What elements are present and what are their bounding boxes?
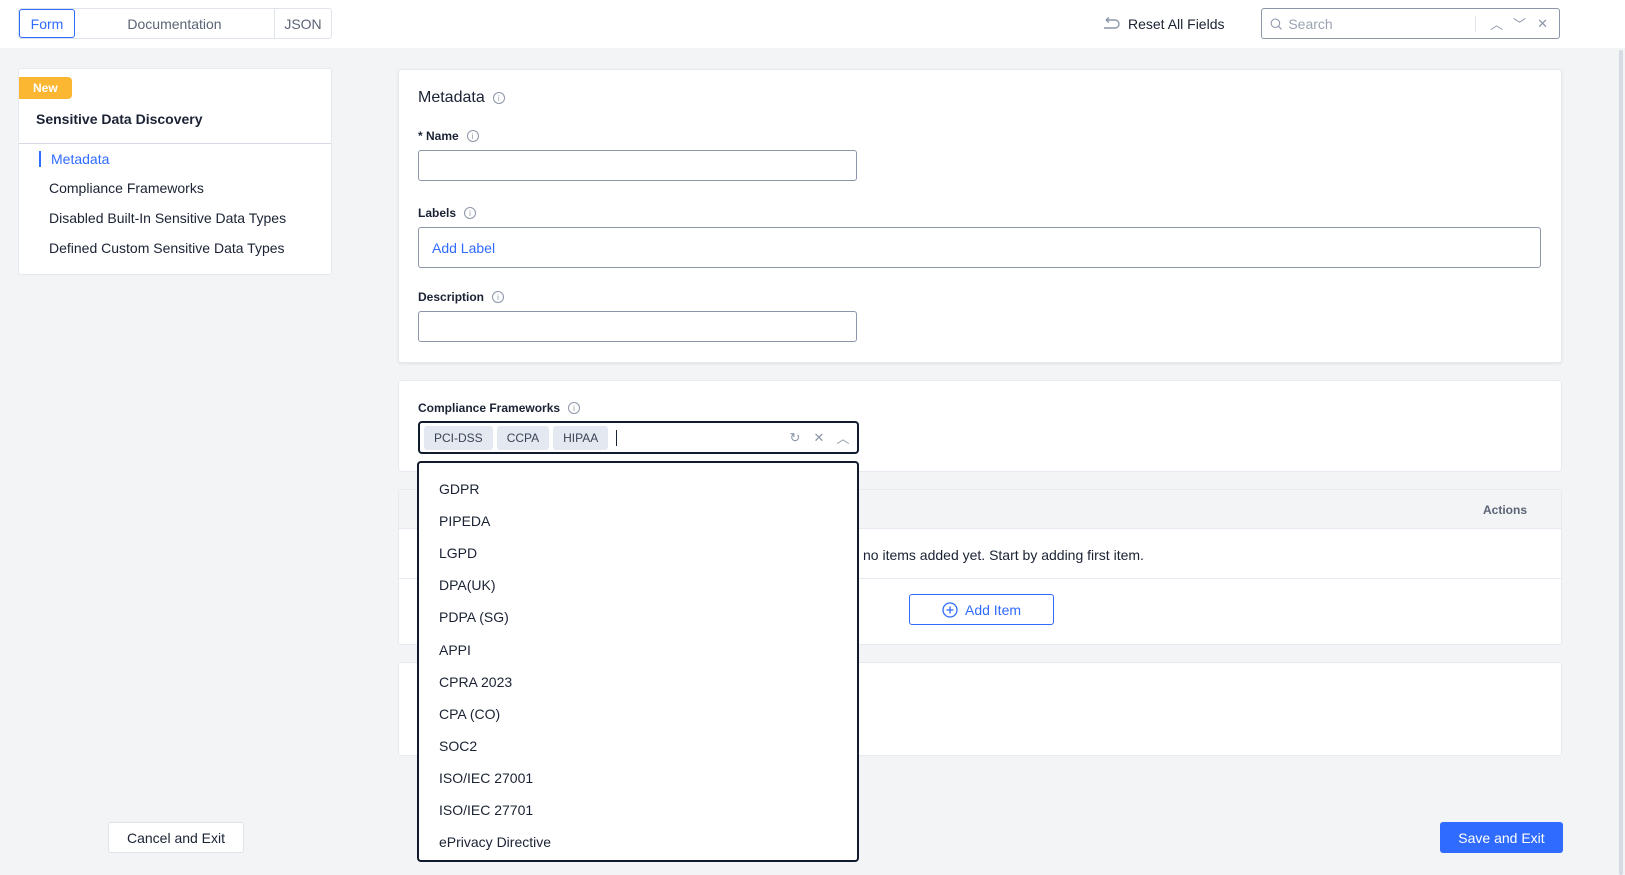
chip-pci-dss[interactable]: PCI-DSS [424,425,493,450]
empty-message: no items added yet. Start by adding firs… [863,547,1144,563]
compliance-label-text: Compliance Frameworks [418,401,561,415]
add-item-button[interactable]: Add Item [909,594,1054,625]
dropdown-option[interactable]: ISO/IEC 27701 [439,802,533,818]
section-title: Metadata [418,89,485,106]
info-icon[interactable]: i [466,130,479,142]
actions-header: Actions [1483,503,1528,517]
tab-json[interactable]: JSON [275,9,331,38]
name-label: * Name i [418,129,479,143]
refresh-icon[interactable]: ↻ [785,430,805,446]
save-and-exit-button[interactable]: Save and Exit [1440,822,1563,853]
reset-all-fields-button[interactable]: Reset All Fields [1102,14,1224,34]
dropdown-option[interactable]: SOC2 [439,738,477,754]
description-label-text: Description [418,290,485,304]
search-input[interactable] [1288,15,1470,32]
dropdown-option[interactable]: PDPA (SG) [439,609,509,625]
chevron-down-icon[interactable]: ﹀ [1511,14,1528,33]
sidebar-item-compliance-frameworks[interactable]: Compliance Frameworks [49,180,204,196]
labels-label: Labels i [418,206,477,220]
info-icon[interactable]: i [568,402,581,414]
chevron-up-icon[interactable]: ︿ [1488,14,1505,33]
metadata-heading: Metadata i [418,89,505,107]
sidebar-item-metadata[interactable]: Metadata [39,151,109,167]
dropdown-option[interactable]: DPA(UK) [439,577,496,593]
labels-label-text: Labels [418,206,457,220]
info-icon[interactable]: i [492,291,505,303]
undo-icon [1104,17,1120,29]
sidebar-item-disabled-built-in-types[interactable]: Disabled Built-In Sensitive Data Types [49,210,286,226]
sidebar: New Sensitive Data Discovery Metadata Co… [18,68,332,275]
info-icon[interactable]: i [464,207,477,219]
dropdown-option[interactable]: GDPR [439,481,479,497]
plus-circle-icon [942,601,958,618]
chevron-up-icon[interactable]: ︿ [833,428,853,447]
close-icon[interactable]: ✕ [1534,16,1551,32]
tab-form[interactable]: Form [19,9,75,38]
dropdown-option[interactable]: CPRA 2023 [439,674,512,690]
chip-ccpa[interactable]: CCPA [496,425,550,450]
info-icon[interactable]: i [492,92,505,104]
compliance-multiselect[interactable]: PCI-DSS CCPA HIPAA ↻ ✕ ︿ [418,421,859,454]
cancel-and-exit-button[interactable]: Cancel and Exit [108,822,244,853]
dropdown-option[interactable]: CPA (CO) [439,706,500,722]
description-input[interactable] [418,311,857,342]
sidebar-item-defined-custom-types[interactable]: Defined Custom Sensitive Data Types [49,240,285,256]
dropdown-option[interactable]: ISO/IEC 27001 [439,770,533,786]
description-label: Description i [418,290,505,304]
add-label-link[interactable]: Add Label [432,240,495,256]
chip-hipaa[interactable]: HIPAA [553,425,609,450]
name-input[interactable] [418,150,857,181]
compliance-dropdown: GDPR PIPEDA LGPD DPA(UK) PDPA (SG) APPI CPRA 2… [417,461,859,862]
view-tabs: Form Documentation JSON [18,8,332,39]
compliance-label: Compliance Frameworks i [418,401,581,415]
dropdown-option[interactable]: ePrivacy Directive [439,834,551,850]
dropdown-option[interactable]: LGPD [439,545,477,561]
search-icon [1270,17,1282,30]
reset-label: Reset All Fields [1128,16,1225,32]
scrollbar[interactable] [1619,50,1623,875]
new-badge: New [19,77,72,99]
dropdown-option[interactable]: APPI [439,642,471,658]
labels-input[interactable]: Add Label [418,227,1541,268]
clear-icon[interactable]: ✕ [809,430,829,446]
dropdown-option[interactable]: PIPEDA [439,513,490,529]
divider [19,143,331,144]
search-box: ︿ ﹀ ✕ [1261,8,1560,39]
add-item-label: Add Item [964,601,1022,618]
sidebar-title: Sensitive Data Discovery [36,111,203,127]
divider [1475,15,1477,32]
text-cursor [616,429,618,446]
name-label-text: * Name [418,129,459,143]
tab-documentation[interactable]: Documentation [75,9,275,38]
